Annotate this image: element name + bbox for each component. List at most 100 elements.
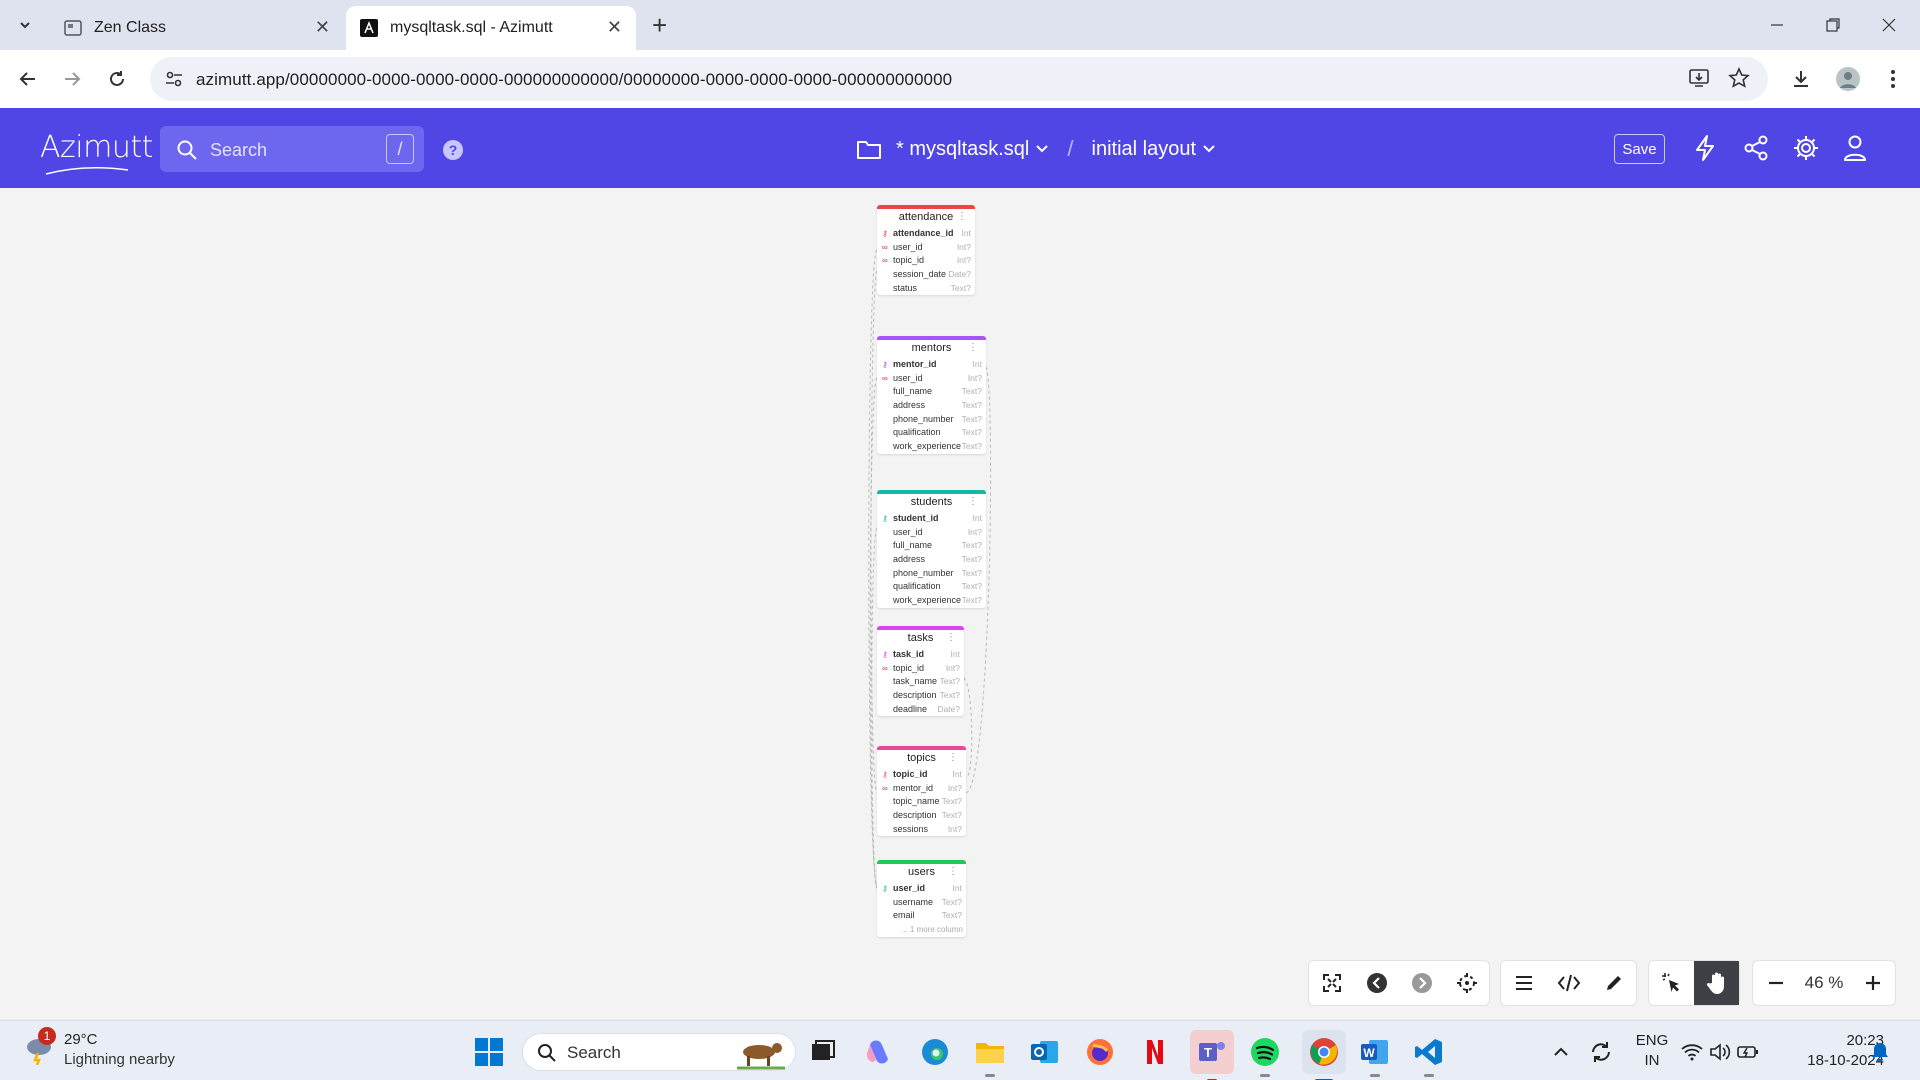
minimize-icon[interactable] [1762, 12, 1792, 38]
table-column[interactable]: description Text? [877, 809, 966, 823]
azimutt-logo[interactable]: Azimutt [40, 130, 153, 165]
undo-icon[interactable] [1354, 961, 1399, 1005]
firefox-icon[interactable] [1083, 1035, 1117, 1069]
install-app-icon[interactable] [1688, 67, 1710, 94]
erd-table-users[interactable]: users ⋮ ⚷ user_id Int username Text? email Text?… [877, 860, 966, 937]
tray-chevron-up-icon[interactable] [1544, 1035, 1578, 1069]
table-column[interactable]: sessions Int? [877, 823, 966, 837]
table-column[interactable]: task_name Text? [877, 675, 964, 689]
table-name[interactable]: students ⋮ [877, 494, 986, 512]
table-column[interactable]: session_date Date? [877, 268, 975, 282]
chrome-icon[interactable] [1302, 1030, 1346, 1080]
erd-canvas[interactable]: attendance ⋮ ⚷ attendance_id Int ∞ user_id Int?… [0, 188, 1920, 1020]
chevron-down-icon[interactable] [1035, 138, 1049, 161]
table-column[interactable]: ⚷ topic_id Int [877, 768, 966, 782]
wifi-icon[interactable] [1680, 1035, 1704, 1069]
table-column[interactable]: ⚷ mentor_id Int [877, 358, 986, 372]
table-name[interactable]: topics ⋮ [877, 750, 966, 768]
forward-icon[interactable] [57, 64, 87, 94]
weather-widget[interactable]: 1 29°C Lightning nearby [22, 1027, 175, 1070]
table-column[interactable]: ⚷ student_id Int [877, 512, 986, 526]
pencil-icon[interactable] [1591, 961, 1636, 1005]
address-bar[interactable]: azimutt.app/00000000-0000-0000-0000-0000… [150, 57, 1768, 101]
help-icon[interactable]: ? [442, 139, 464, 166]
folder-icon[interactable] [856, 138, 882, 160]
table-name[interactable]: attendance ⋮ [877, 209, 975, 227]
table-menu-icon[interactable]: ⋮ [968, 494, 978, 510]
lightning-icon[interactable] [1693, 134, 1717, 167]
vscode-icon[interactable] [1412, 1035, 1446, 1077]
table-menu-icon[interactable]: ⋮ [968, 340, 978, 356]
browser-menu-icon[interactable] [1878, 64, 1908, 94]
erd-table-topics[interactable]: topics ⋮ ⚷ topic_id Int ∞ mentor_id Int? topic_n… [877, 746, 966, 837]
tab-search-chevron-icon[interactable] [12, 12, 38, 38]
user-icon[interactable] [1842, 134, 1868, 167]
table-name[interactable]: tasks ⋮ [877, 630, 964, 648]
fit-to-screen-icon[interactable] [1309, 961, 1354, 1005]
sync-icon[interactable] [1584, 1035, 1618, 1069]
table-column[interactable]: work_experience Text? [877, 440, 986, 454]
table-menu-icon[interactable]: ⋮ [948, 750, 958, 766]
table-name[interactable]: users ⋮ [877, 864, 966, 882]
table-column[interactable]: user_id Int? [877, 526, 986, 540]
redo-icon[interactable] [1399, 961, 1444, 1005]
outlook-icon[interactable] [1028, 1035, 1062, 1069]
list-menu-icon[interactable] [1501, 961, 1546, 1005]
volume-icon[interactable] [1708, 1035, 1732, 1069]
save-button[interactable]: Save [1614, 134, 1665, 164]
table-name[interactable]: mentors ⋮ [877, 340, 986, 358]
copilot-icon[interactable] [862, 1035, 896, 1069]
site-info-icon[interactable] [164, 69, 184, 94]
taskbar-search[interactable]: Search [522, 1033, 796, 1071]
table-column[interactable]: ∞ topic_id Int? [877, 254, 975, 268]
table-menu-icon[interactable]: ⋮ [948, 864, 958, 880]
windows-start-icon[interactable] [474, 1037, 504, 1072]
table-column[interactable]: ∞ mentor_id Int? [877, 782, 966, 796]
hand-pan-icon[interactable] [1694, 961, 1739, 1005]
restore-icon[interactable] [1818, 12, 1848, 38]
relation-line[interactable] [868, 249, 878, 889]
more-columns-link[interactable]: ... 1 more column [877, 923, 966, 937]
relation-line[interactable] [869, 377, 878, 889]
table-column[interactable]: phone_number Text? [877, 567, 986, 581]
spotify-icon[interactable] [1248, 1035, 1282, 1077]
word-icon[interactable]: W [1358, 1035, 1392, 1077]
language-indicator[interactable]: ENG IN [1634, 1031, 1670, 1071]
tab-zen-class[interactable]: Zen Class ✕ [50, 6, 344, 50]
profile-avatar[interactable] [1833, 64, 1863, 94]
table-column[interactable]: ∞ user_id Int? [877, 372, 986, 386]
reload-icon[interactable] [102, 64, 132, 94]
table-column[interactable]: email Text? [877, 909, 966, 923]
netflix-icon[interactable] [1138, 1035, 1172, 1069]
table-column[interactable]: ∞ topic_id Int? [877, 662, 964, 676]
bookmark-star-icon[interactable] [1728, 67, 1750, 94]
table-column[interactable]: description Text? [877, 689, 964, 703]
table-column[interactable]: phone_number Text? [877, 413, 986, 427]
erd-table-students[interactable]: students ⋮ ⚷ student_id Int user_id Int? full_n… [877, 490, 986, 608]
table-column[interactable]: ∞ user_id Int? [877, 241, 975, 255]
edge-icon[interactable] [918, 1035, 952, 1069]
back-icon[interactable] [13, 64, 43, 94]
table-column[interactable]: topic_name Text? [877, 795, 966, 809]
table-column[interactable]: ⚷ task_id Int [877, 648, 964, 662]
table-column[interactable]: username Text? [877, 896, 966, 910]
settings-gear-icon[interactable] [1792, 134, 1820, 167]
table-column[interactable]: address Text? [877, 553, 986, 567]
table-column[interactable]: work_experience Text? [877, 594, 986, 608]
downloads-icon[interactable] [1786, 64, 1816, 94]
new-tab-icon[interactable]: + [652, 12, 667, 38]
arrange-layout-icon[interactable] [1444, 961, 1489, 1005]
battery-icon[interactable] [1736, 1035, 1760, 1069]
erd-table-attendance[interactable]: attendance ⋮ ⚷ attendance_id Int ∞ user_id Int?… [877, 205, 975, 296]
table-column[interactable]: deadline Date? [877, 703, 964, 717]
table-column[interactable]: qualification Text? [877, 426, 986, 440]
file-explorer-icon[interactable] [973, 1035, 1007, 1077]
erd-table-mentors[interactable]: mentors ⋮ ⚷ mentor_id Int ∞ user_id Int? full_na… [877, 336, 986, 454]
share-icon[interactable] [1742, 134, 1770, 167]
table-menu-icon[interactable]: ⋮ [946, 630, 956, 646]
table-column[interactable]: ⚷ user_id Int [877, 882, 966, 896]
search-input[interactable]: Search / [160, 126, 424, 172]
teams-icon[interactable]: T [1190, 1030, 1234, 1080]
table-column[interactable]: address Text? [877, 399, 986, 413]
table-column[interactable]: status Text? [877, 282, 975, 296]
